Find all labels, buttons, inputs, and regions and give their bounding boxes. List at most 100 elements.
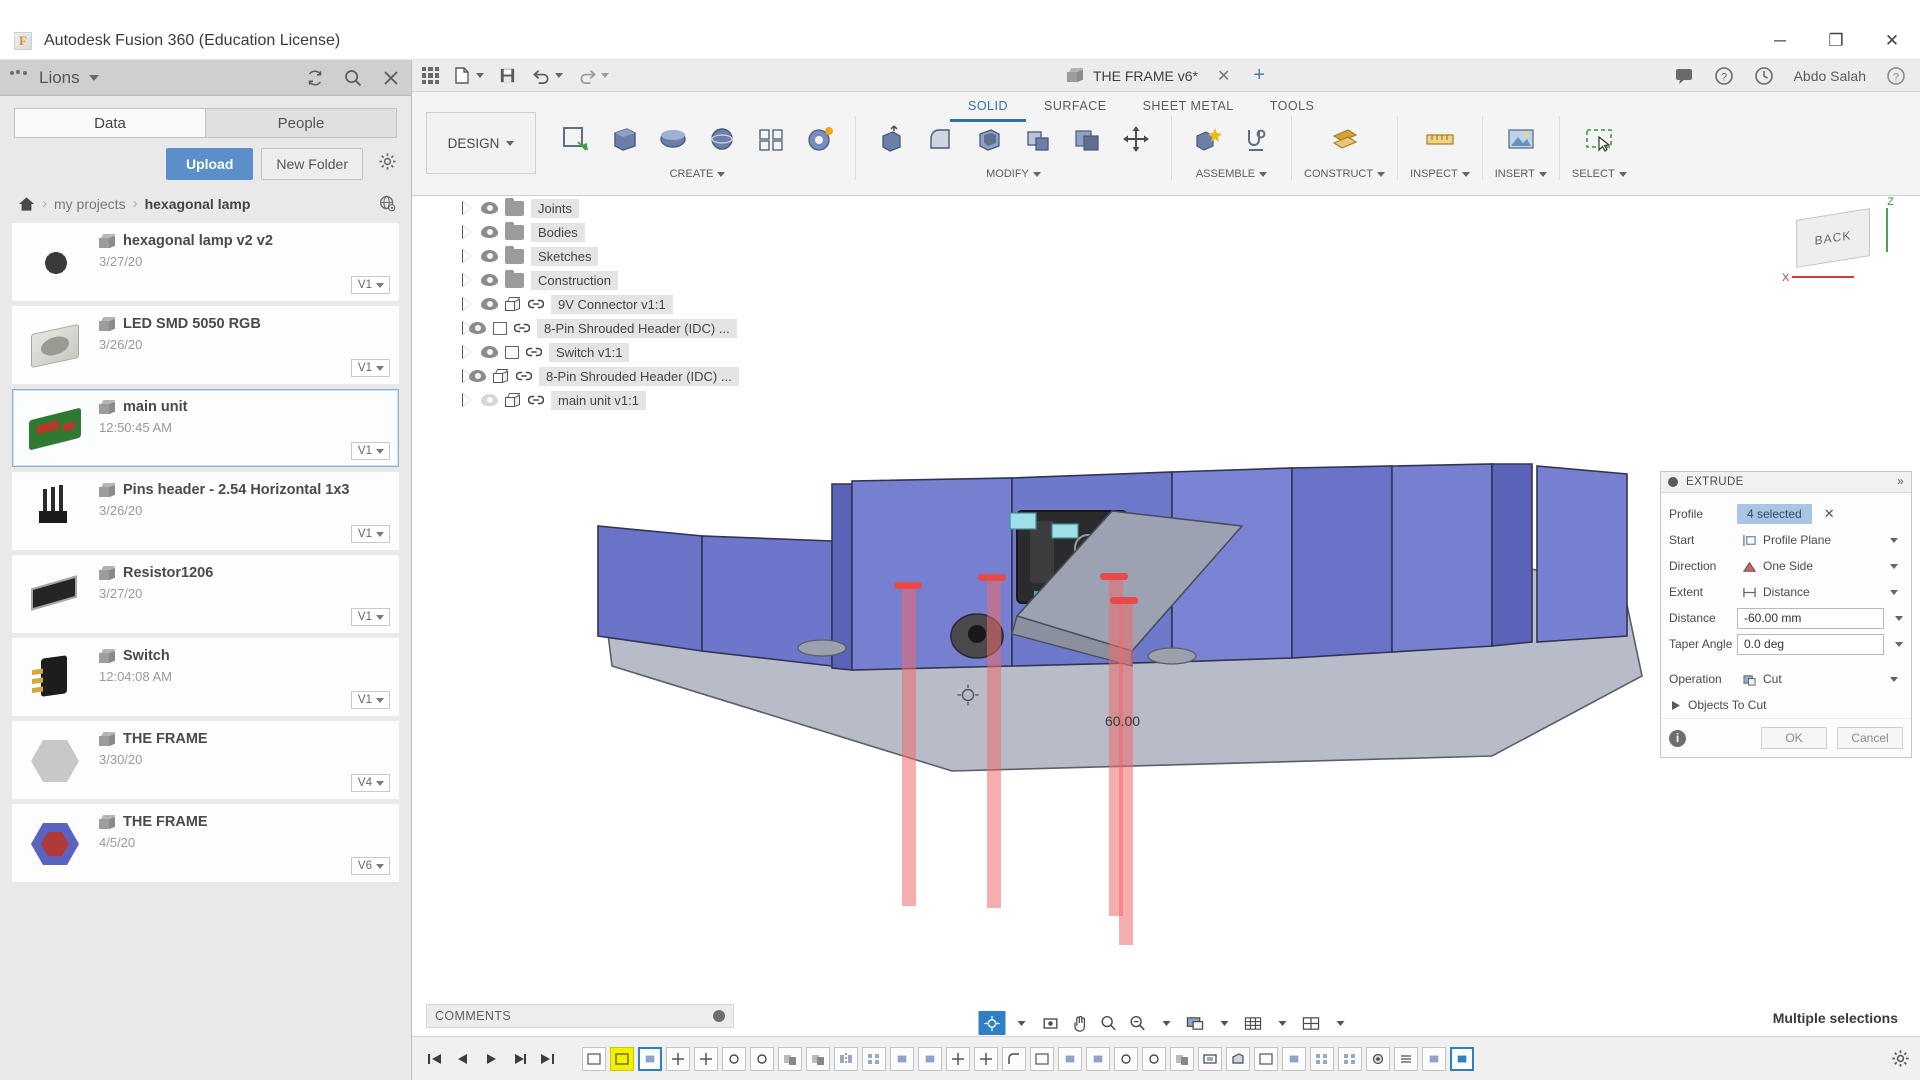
step-back-icon[interactable] — [450, 1046, 476, 1072]
timeline-feature[interactable] — [750, 1046, 774, 1071]
timeline-feature[interactable] — [862, 1046, 886, 1071]
timeline-feature[interactable] — [582, 1046, 606, 1071]
comment-icon[interactable] — [1674, 67, 1694, 85]
timeline-feature[interactable] — [1394, 1046, 1418, 1071]
job-status-icon[interactable] — [1754, 66, 1774, 86]
visibility-eye-icon[interactable] — [481, 394, 498, 406]
cancel-button[interactable]: Cancel — [1837, 727, 1903, 749]
operation-dropdown[interactable]: Cut — [1737, 669, 1903, 689]
inspect-measure-button[interactable] — [1417, 114, 1463, 164]
version-badge[interactable]: V1 — [350, 608, 390, 626]
grid-caret[interactable] — [1269, 1011, 1296, 1035]
ribbon-group-label[interactable]: MODIFY — [986, 168, 1041, 180]
tab-data[interactable]: Data — [14, 108, 205, 138]
view-cube[interactable]: BACK X Z — [1782, 196, 1894, 288]
step-forward-icon[interactable] — [506, 1046, 532, 1072]
visibility-eye-icon[interactable] — [481, 250, 498, 262]
breadcrumb-project[interactable]: my projects — [54, 196, 126, 212]
visibility-eye-icon[interactable] — [469, 370, 486, 382]
collapsed-triangle-icon[interactable] — [462, 248, 474, 263]
redo-icon[interactable] — [577, 66, 609, 85]
visibility-eye-icon[interactable] — [481, 226, 498, 238]
chevron-down-icon[interactable] — [1895, 641, 1903, 647]
select-window-button[interactable] — [1576, 114, 1622, 164]
timeline-feature[interactable] — [918, 1046, 942, 1071]
dimension-label[interactable]: 60.00 — [1105, 713, 1140, 729]
timeline-feature[interactable] — [890, 1046, 914, 1071]
orbit-caret[interactable] — [1008, 1011, 1035, 1035]
create-box-button[interactable] — [601, 114, 647, 164]
globe-icon[interactable] — [378, 194, 397, 213]
user-name[interactable]: Abdo Salah — [1794, 68, 1866, 84]
objects-to-cut-section[interactable]: Objects To Cut — [1669, 692, 1903, 714]
insert-mcmaster-button[interactable] — [1498, 114, 1544, 164]
breadcrumb-folder[interactable]: hexagonal lamp — [145, 196, 251, 212]
visibility-eye-icon[interactable] — [481, 298, 498, 310]
collapsed-triangle-icon[interactable] — [462, 200, 474, 215]
timeline-feature[interactable] — [974, 1046, 998, 1071]
canvas-3d-viewport[interactable]: 60.00 BROWSER — [412, 196, 1920, 1080]
refresh-icon[interactable] — [305, 68, 325, 88]
version-badge[interactable]: V1 — [350, 691, 390, 709]
display-caret[interactable] — [1211, 1011, 1238, 1035]
timeline-feature[interactable] — [1058, 1046, 1082, 1071]
timeline-feature[interactable] — [1114, 1046, 1138, 1071]
version-badge[interactable]: V4 — [350, 774, 390, 792]
extent-dropdown[interactable]: Distance — [1737, 582, 1903, 602]
ribbon-group-label[interactable]: SELECT — [1572, 168, 1627, 180]
ribbon-group-label[interactable]: INSERT — [1495, 168, 1547, 180]
app-grid-icon[interactable] — [422, 67, 439, 84]
workspace-selector[interactable]: DESIGN — [426, 112, 536, 174]
view-cube-face[interactable]: BACK — [1796, 208, 1870, 268]
zoom-icon[interactable] — [1095, 1011, 1122, 1035]
profile-selection-value[interactable]: 4 selected — [1737, 504, 1812, 524]
modify-fillet-button[interactable] — [917, 114, 963, 164]
ribbon-group-label[interactable]: ASSEMBLE — [1196, 168, 1268, 180]
start-dropdown[interactable]: Profile Plane — [1737, 530, 1903, 550]
close-icon[interactable]: ✕ — [1824, 506, 1835, 522]
close-button[interactable]: ✕ — [1864, 22, 1920, 59]
file-new-icon[interactable] — [453, 66, 484, 85]
timeline-feature[interactable] — [1002, 1046, 1026, 1071]
list-item-selected[interactable]: main unit 12:50:45 AM V1 — [12, 389, 399, 467]
timeline-feature[interactable] — [1310, 1046, 1334, 1071]
version-badge[interactable]: V1 — [350, 525, 390, 543]
timeline-feature[interactable] — [1422, 1046, 1446, 1071]
viewports-caret[interactable] — [1327, 1011, 1354, 1035]
modify-shell-button[interactable] — [966, 114, 1012, 164]
ribbon-group-label[interactable]: CREATE — [670, 168, 726, 180]
collapsed-triangle-icon[interactable] — [462, 272, 474, 287]
collapsed-triangle-icon[interactable] — [462, 296, 474, 311]
version-badge[interactable]: V1 — [350, 442, 390, 460]
timeline-feature[interactable] — [666, 1046, 690, 1071]
question-icon[interactable]: ? — [1714, 66, 1734, 86]
orbit-icon[interactable] — [978, 1011, 1006, 1035]
skip-end-icon[interactable] — [534, 1046, 560, 1072]
version-badge[interactable]: V1 — [350, 276, 390, 294]
timeline-feature[interactable] — [806, 1046, 830, 1071]
timeline-feature[interactable] — [1198, 1046, 1222, 1071]
timeline-feature[interactable] — [1142, 1046, 1166, 1071]
tree-item-switch[interactable]: Switch v1:1 — [426, 340, 734, 364]
direction-dropdown[interactable]: One Side — [1737, 556, 1903, 576]
timeline-feature-active[interactable] — [1450, 1046, 1474, 1071]
tree-item-8pin-header-1[interactable]: 8-Pin Shrouded Header (IDC) ... — [426, 316, 737, 340]
modify-move-copy-button[interactable] — [1113, 114, 1159, 164]
active-document-tab[interactable]: THE FRAME v6* ✕ + — [1066, 64, 1265, 87]
grid-snap-icon[interactable] — [1240, 1011, 1267, 1035]
info-icon[interactable]: i — [1669, 729, 1686, 747]
gear-icon[interactable] — [378, 152, 397, 171]
look-at-icon[interactable] — [1037, 1011, 1064, 1035]
timeline-feature[interactable] — [722, 1046, 746, 1071]
create-torus-button[interactable] — [797, 114, 843, 164]
play-icon[interactable] — [478, 1046, 504, 1072]
list-item[interactable]: THE FRAME 3/30/20 V4 — [12, 721, 399, 799]
modify-combine-button[interactable] — [1064, 114, 1110, 164]
collapsed-triangle-icon[interactable] — [462, 344, 474, 359]
save-icon[interactable] — [498, 66, 517, 85]
collapsed-triangle-icon[interactable] — [462, 224, 474, 239]
distance-input[interactable]: -60.00 mm — [1737, 607, 1884, 629]
ok-button[interactable]: OK — [1761, 727, 1827, 749]
extrude-dialog[interactable]: EXTRUDE » Profile 4 selected ✕ Start Pro… — [1660, 471, 1912, 758]
list-item[interactable]: Switch 12:04:08 AM V1 — [12, 638, 399, 716]
